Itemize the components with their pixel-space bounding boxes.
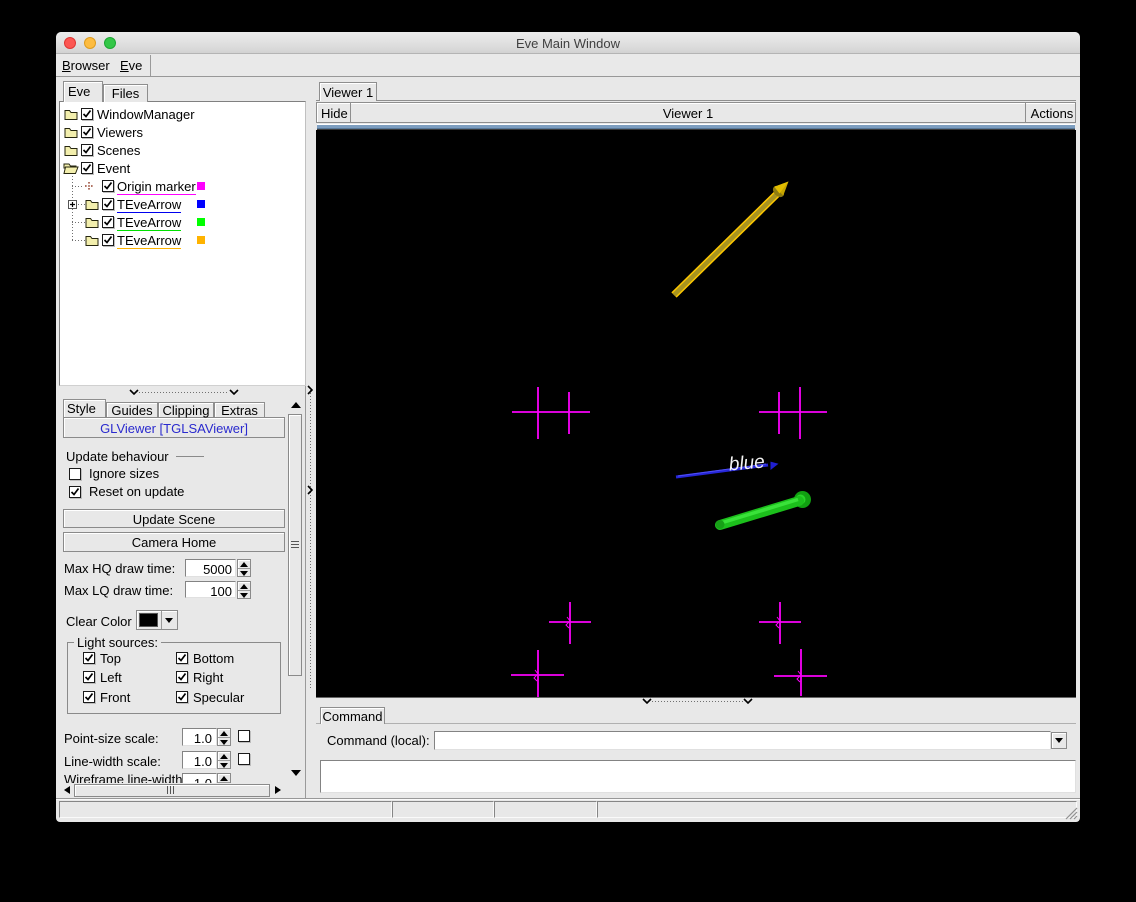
svg-text:blue: blue xyxy=(728,451,766,475)
